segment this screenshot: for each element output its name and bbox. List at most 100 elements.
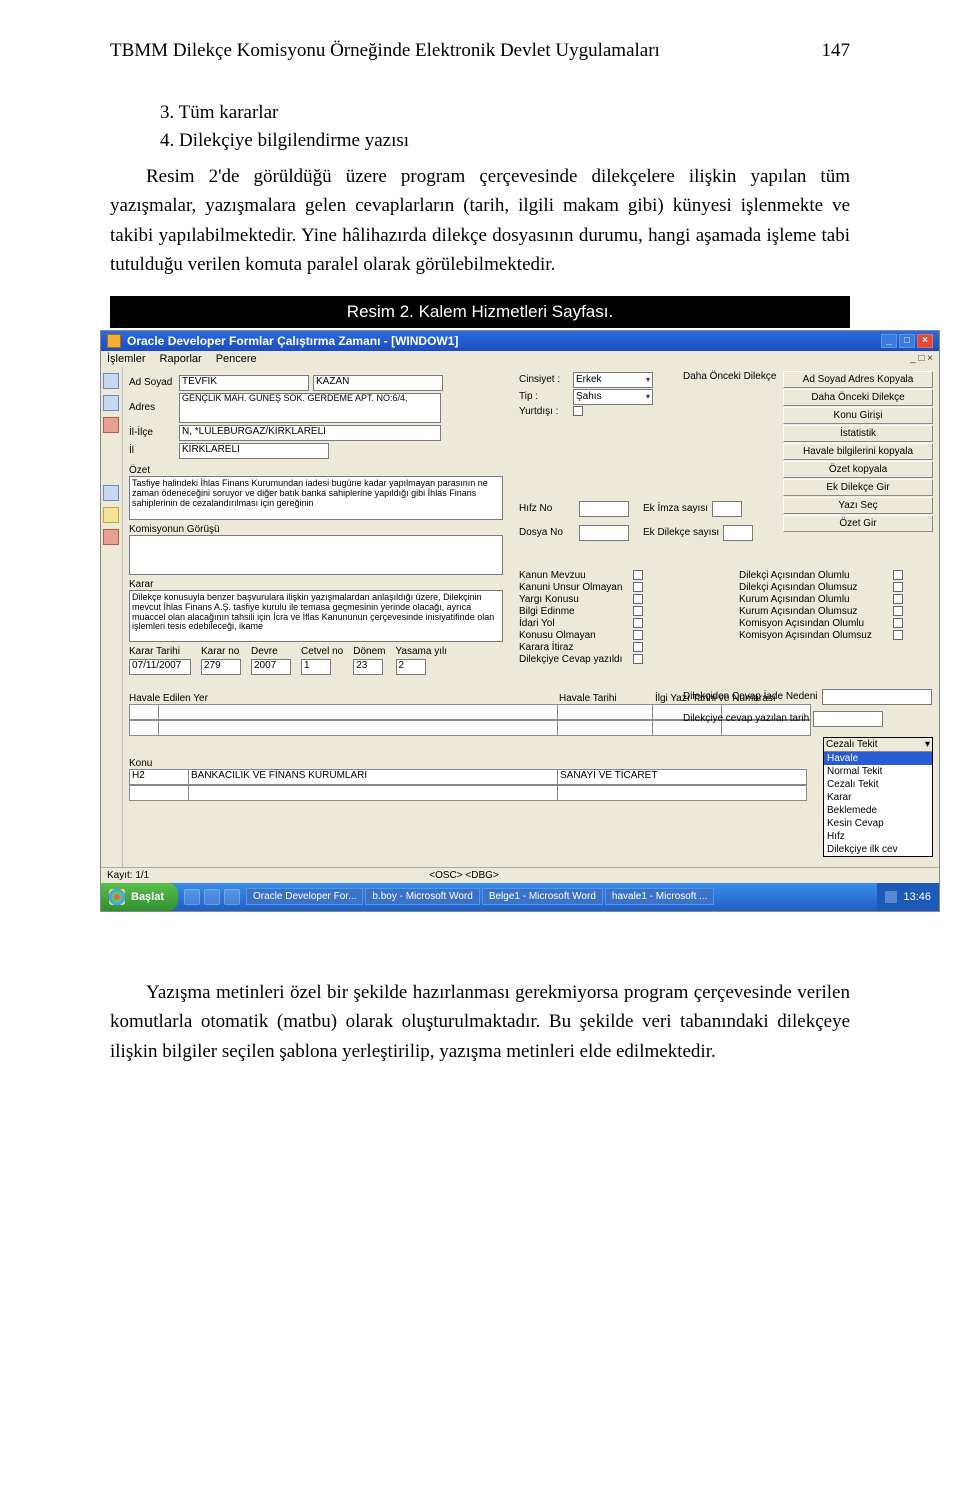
karar-no-field[interactable]: 279 (201, 659, 241, 675)
quick-launch-icon-2[interactable] (204, 889, 220, 905)
maximize-button[interactable]: □ (899, 334, 915, 348)
window-title: Oracle Developer Formlar Çalıştırma Zama… (127, 334, 458, 348)
minimize-button[interactable]: _ (881, 334, 897, 348)
dropdown-opt-karar[interactable]: Karar (824, 791, 932, 804)
taskbar-item-belge1[interactable]: Belge1 - Microsoft Word (482, 888, 603, 905)
konu-code-field[interactable]: H2 (129, 769, 189, 785)
btn-istatistik[interactable]: İstatistik (783, 425, 933, 442)
konu-bakanlik-field[interactable]: SANAYİ VE TİCARET (557, 769, 807, 785)
ek-imza-field[interactable] (712, 501, 742, 517)
cbx-bilgi[interactable] (633, 606, 643, 616)
cbx-idari[interactable] (633, 618, 643, 628)
tool-icon-6[interactable] (103, 529, 119, 545)
konu-r2-c2[interactable] (188, 785, 558, 801)
cbx-yargi[interactable] (633, 594, 643, 604)
status-dropdown-open[interactable]: Cezalı Tekit▾ Havale Normal Tekit Cezalı… (823, 737, 933, 857)
cbx-dilekci-olumsuz[interactable] (893, 582, 903, 592)
konu-r2-c1[interactable] (129, 785, 189, 801)
cbx-kanuni-unsur[interactable] (633, 582, 643, 592)
menu-islemler[interactable]: İşlemler (107, 353, 146, 365)
close-button[interactable]: × (917, 334, 933, 348)
hav-r2-yer[interactable] (158, 720, 558, 736)
tool-icon-2[interactable] (103, 395, 119, 411)
cbx-kurum-olumlu[interactable] (893, 594, 903, 604)
dropdown-opt-havale[interactable]: Havale (824, 752, 932, 765)
devre-field[interactable]: 2007 (251, 659, 291, 675)
btn-ek-dilekce[interactable]: Ek Dilekçe Gir (783, 479, 933, 496)
ad-field[interactable]: TEVFİK (179, 375, 309, 391)
hav-r2-code[interactable] (129, 720, 159, 736)
quick-launch-icon-3[interactable] (224, 889, 240, 905)
btn-ad-soyad-kopyala[interactable]: Ad Soyad Adres Kopyala (783, 371, 933, 388)
body-paragraph-2: Yazışma metinleri özel bir şekilde hazır… (0, 978, 960, 1106)
ek-dilekce-field[interactable] (723, 525, 753, 541)
cinsiyet-select[interactable]: Erkek▾ (573, 372, 653, 388)
btn-yazi-sec[interactable]: Yazı Seç (783, 497, 933, 514)
chevron-down-icon: ▾ (925, 739, 930, 750)
cevap-iade-field[interactable] (822, 689, 932, 705)
yasama-field[interactable]: 2 (396, 659, 426, 675)
menu-raporlar[interactable]: Raporlar (160, 353, 202, 365)
label-dilekci-olumsuz: Dilekçi Açısından Olumsuz (739, 582, 889, 593)
komisyon-gorusu-textarea[interactable] (129, 535, 503, 575)
menu-pencere[interactable]: Pencere (216, 353, 257, 365)
mdi-window-buttons[interactable]: _ □ × (910, 353, 933, 365)
cbx-kurum-olumsuz[interactable] (893, 606, 903, 616)
figure-caption: Resim 2. Kalem Hizmetleri Sayfası. (110, 296, 850, 328)
dropdown-opt-cezali-tekit[interactable]: Cezalı Tekit (824, 778, 932, 791)
btn-ozet-gir[interactable]: Özet Gir (783, 515, 933, 532)
start-button[interactable]: Başlat (101, 883, 178, 911)
cevap-tarih-field[interactable] (813, 711, 883, 727)
label-komisyon-olumsuz: Komisyon Açısından Olumsuz (739, 630, 889, 641)
taskbar-item-havale1[interactable]: havale1 - Microsoft ... (605, 888, 715, 905)
cbx-itiraz[interactable] (633, 642, 643, 652)
hav-r1-tarih[interactable] (557, 704, 653, 720)
dropdown-opt-beklemede[interactable]: Beklemede (824, 804, 932, 817)
hav-r1-code[interactable] (129, 704, 159, 720)
konu-desc-field[interactable]: BANKACILIK VE FİNANS KURUMLARI (188, 769, 558, 785)
label-yargi-konusu: Yargı Konusu (519, 594, 629, 605)
yurtdisi-checkbox[interactable] (573, 406, 583, 416)
tip-select[interactable]: Şahıs▾ (573, 389, 653, 405)
btn-ozet-kopyala[interactable]: Özet kopyala (783, 461, 933, 478)
hifz-no-field[interactable] (579, 501, 629, 517)
cbx-kanun-mevzuu[interactable] (633, 570, 643, 580)
hav-r2-tarih[interactable] (557, 720, 653, 736)
dropdown-opt-ilk-cevap[interactable]: Dilekçiye ilk cev (824, 843, 932, 856)
dosya-no-field[interactable] (579, 525, 629, 541)
dropdown-opt-normal-tekit[interactable]: Normal Tekit (824, 765, 932, 778)
tool-icon-1[interactable] (103, 373, 119, 389)
dropdown-opt-kesin-cevap[interactable]: Kesin Cevap (824, 817, 932, 830)
donem-field[interactable]: 23 (353, 659, 383, 675)
ozet-textarea[interactable]: Tasfiye halindeki İhlas Finans Kurumunda… (129, 476, 503, 520)
tray-icon[interactable] (885, 891, 897, 903)
tool-icon-5[interactable] (103, 507, 119, 523)
cetvel-field[interactable]: 1 (301, 659, 331, 675)
karar-tarihi-field[interactable]: 07/11/2007 (129, 659, 191, 675)
cbx-dilekci-olumlu[interactable] (893, 570, 903, 580)
ililce-field[interactable]: N, *LÜLEBURGAZ/KIRKLARELİ (179, 425, 441, 441)
dropdown-opt-hifz[interactable]: Hıfz (824, 830, 932, 843)
konu-r2-c3[interactable] (557, 785, 807, 801)
soyad-field[interactable]: KAZAN (313, 375, 443, 391)
adres-field[interactable]: GENÇLİK MAH. GÜNEŞ SOK. GERDEME APT. NO:… (179, 393, 441, 423)
cbx-kom-olumlu[interactable] (893, 618, 903, 628)
action-button-column: Ad Soyad Adres Kopyala Daha Önceki Dilek… (783, 371, 933, 532)
label-ek-dilekce: Ek Dilekçe sayısı (643, 527, 719, 538)
karar-textarea[interactable]: Dilekçe konusuyla benzer başvurulara ili… (129, 590, 503, 642)
cbx-kom-olumsuz[interactable] (893, 630, 903, 640)
cbx-cevap-yaz[interactable] (633, 654, 643, 664)
taskbar-item-bboy[interactable]: b.boy - Microsoft Word (365, 888, 479, 905)
tool-icon-3[interactable] (103, 417, 119, 433)
il-field[interactable]: KIRKLARELİ (179, 443, 329, 459)
btn-havale-kopyala[interactable]: Havale bilgilerini kopyala (783, 443, 933, 460)
label-tip: Tip : (519, 391, 569, 402)
tool-icon-4[interactable] (103, 485, 119, 501)
btn-daha-onceki[interactable]: Daha Önceki Dilekçe (783, 389, 933, 406)
hav-r1-yer[interactable] (158, 704, 558, 720)
btn-konu-girisi[interactable]: Konu Girişi (783, 407, 933, 424)
cbx-konusu-olmayan[interactable] (633, 630, 643, 640)
taskbar-item-oracle[interactable]: Oracle Developer For... (246, 888, 363, 905)
label-karar-tarihi: Karar Tarihi (129, 646, 191, 657)
quick-launch-icon-1[interactable] (184, 889, 200, 905)
